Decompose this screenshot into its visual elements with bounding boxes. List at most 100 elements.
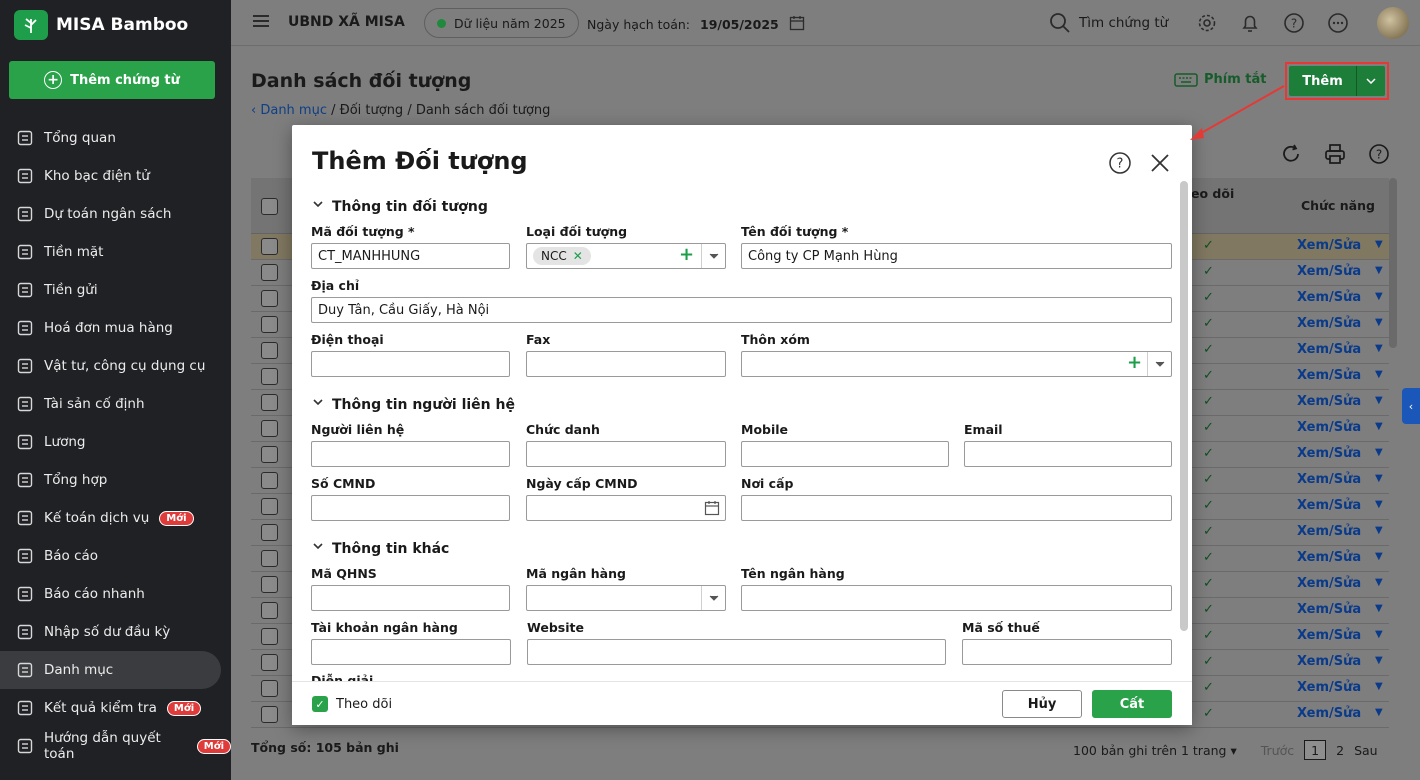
cancel-button[interactable]: Hủy (1002, 690, 1082, 718)
chevron-down-icon[interactable] (1357, 66, 1385, 96)
bank-account-field[interactable] (311, 639, 511, 665)
sidebar-item[interactable]: Báo cáo (0, 537, 231, 575)
email-field[interactable] (964, 441, 1172, 467)
contact-person-field[interactable] (311, 441, 510, 467)
row-checkbox[interactable] (261, 498, 278, 515)
next-page[interactable]: Sau (1354, 743, 1378, 758)
follow-checkbox[interactable]: ✓ Theo dõi (312, 696, 392, 712)
caret-down-icon[interactable]: ▼ (1375, 291, 1383, 302)
view-edit-link[interactable]: Xem/Sửa (1297, 238, 1361, 253)
caret-down-icon[interactable]: ▼ (1375, 473, 1383, 484)
row-checkbox[interactable] (261, 368, 278, 385)
caret-down-icon[interactable]: ▼ (1375, 603, 1383, 614)
address-field[interactable]: Duy Tân, Cầu Giấy, Hà Nội (311, 297, 1172, 323)
caret-down-icon[interactable]: ▼ (1375, 499, 1383, 510)
expand-panel-tab[interactable]: ‹ (1402, 388, 1420, 424)
view-edit-link[interactable]: Xem/Sửa (1297, 654, 1361, 669)
view-edit-link[interactable]: Xem/Sửa (1297, 316, 1361, 331)
more-icon[interactable] (1327, 12, 1349, 34)
caret-down-icon[interactable]: ▼ (1375, 447, 1383, 458)
organization-name[interactable]: UBND XÃ MISA (288, 14, 405, 30)
row-checkbox[interactable] (261, 654, 278, 671)
add-icon[interactable]: + (679, 244, 694, 265)
dialog-scrollbar[interactable] (1180, 181, 1188, 631)
add-button-label[interactable]: Thêm (1289, 66, 1357, 96)
row-checkbox[interactable] (261, 420, 278, 437)
row-checkbox[interactable] (261, 446, 278, 463)
column-header-follow[interactable]: eo dõi (1191, 186, 1234, 201)
row-checkbox[interactable] (261, 680, 278, 697)
voucher-search[interactable]: Tìm chứng từ (1049, 12, 1168, 34)
view-edit-link[interactable]: Xem/Sửa (1297, 368, 1361, 383)
tax-code-field[interactable] (962, 639, 1172, 665)
close-icon[interactable] (1148, 151, 1172, 175)
view-edit-link[interactable]: Xem/Sửa (1297, 420, 1361, 435)
caret-down-icon[interactable]: ▼ (1375, 629, 1383, 640)
caret-down-icon[interactable]: ▼ (1375, 577, 1383, 588)
section-contact-info[interactable]: Thông tin người liên hệ (312, 397, 515, 413)
view-edit-link[interactable]: Xem/Sửa (1297, 550, 1361, 565)
row-checkbox[interactable] (261, 290, 278, 307)
row-checkbox[interactable] (261, 576, 278, 593)
add-voucher-button[interactable]: + Thêm chứng từ (9, 61, 215, 99)
row-checkbox[interactable] (261, 628, 278, 645)
view-edit-link[interactable]: Xem/Sửa (1297, 602, 1361, 617)
row-checkbox[interactable] (261, 238, 278, 255)
row-checkbox[interactable] (261, 394, 278, 411)
code-field[interactable]: CT_MANHHUNG (311, 243, 510, 269)
page-size-select[interactable]: 100 bản ghi trên 1 trang ▾ (1073, 743, 1237, 758)
row-checkbox[interactable] (261, 316, 278, 333)
menu-icon[interactable] (253, 15, 269, 27)
view-edit-link[interactable]: Xem/Sửa (1297, 576, 1361, 591)
view-edit-link[interactable]: Xem/Sửa (1297, 680, 1361, 695)
view-edit-link[interactable]: Xem/Sửa (1297, 524, 1361, 539)
phone-field[interactable] (311, 351, 510, 377)
row-checkbox[interactable] (261, 472, 278, 489)
add-icon[interactable]: + (1127, 352, 1142, 373)
caret-down-icon[interactable]: ▼ (1375, 317, 1383, 328)
sidebar-item[interactable]: Vật tư, công cụ dụng cụ (0, 347, 231, 385)
calendar-icon[interactable] (789, 15, 805, 34)
view-edit-link[interactable]: Xem/Sửa (1297, 628, 1361, 643)
select-all-checkbox[interactable] (261, 198, 278, 215)
sidebar-item[interactable]: Tiền mặt (0, 233, 231, 271)
sidebar-item[interactable]: Danh mục (0, 651, 221, 689)
help-icon[interactable]: ? (1367, 142, 1391, 166)
bell-icon[interactable] (1239, 12, 1261, 34)
view-edit-link[interactable]: Xem/Sửa (1297, 290, 1361, 305)
id-number-field[interactable] (311, 495, 510, 521)
calendar-icon[interactable] (704, 500, 720, 520)
row-checkbox[interactable] (261, 550, 278, 567)
row-checkbox[interactable] (261, 342, 278, 359)
row-checkbox[interactable] (261, 706, 278, 723)
qhns-field[interactable] (311, 585, 510, 611)
sidebar-item[interactable]: Báo cáo nhanh (0, 575, 231, 613)
section-object-info[interactable]: Thông tin đối tượng (312, 199, 488, 215)
caret-down-icon[interactable]: ▼ (1375, 395, 1383, 406)
hamlet-select[interactable]: + (741, 351, 1172, 377)
sidebar-item[interactable]: Kho bạc điện tử (0, 157, 231, 195)
breadcrumb-back-link[interactable]: ‹ Danh mục (251, 103, 327, 118)
row-checkbox[interactable] (261, 264, 278, 281)
view-edit-link[interactable]: Xem/Sửa (1297, 342, 1361, 357)
caret-down-icon[interactable]: ▼ (1375, 525, 1383, 536)
view-edit-link[interactable]: Xem/Sửa (1297, 498, 1361, 513)
print-icon[interactable] (1323, 142, 1347, 166)
chevron-down-icon[interactable] (701, 244, 725, 268)
help-icon[interactable]: ? (1108, 151, 1132, 175)
help-icon[interactable]: ? (1283, 12, 1305, 34)
avatar[interactable] (1377, 7, 1409, 39)
sidebar-item[interactable]: Nhập số dư đầu kỳ (0, 613, 231, 651)
remove-tag-icon[interactable]: ✕ (573, 249, 583, 263)
refresh-icon[interactable] (1279, 142, 1303, 166)
sidebar-item[interactable]: Tài sản cố định (0, 385, 231, 423)
brand[interactable]: MISA Bamboo (14, 10, 188, 40)
add-button[interactable]: Thêm (1289, 66, 1385, 96)
bank-name-field[interactable] (741, 585, 1172, 611)
row-checkbox[interactable] (261, 524, 278, 541)
shortcut-button[interactable]: Phím tắt (1174, 72, 1267, 87)
job-title-field[interactable] (526, 441, 726, 467)
bank-code-select[interactable] (526, 585, 726, 611)
sidebar-item[interactable]: Kết quả kiểm tra Mới (0, 689, 231, 727)
view-edit-link[interactable]: Xem/Sửa (1297, 264, 1361, 279)
